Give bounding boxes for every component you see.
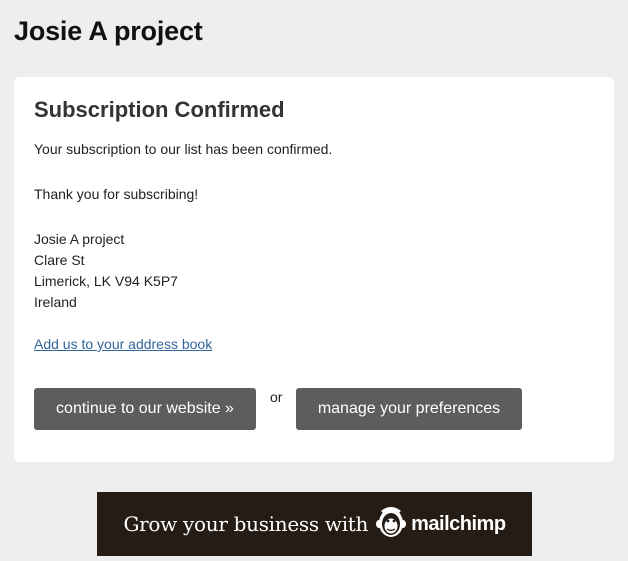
add-to-address-book-link[interactable]: Add us to your address book (34, 334, 212, 355)
confirmation-card: Subscription Confirmed Your subscription… (14, 77, 614, 462)
confirmation-heading: Subscription Confirmed (34, 97, 285, 122)
banner-brand: mailchimp (411, 512, 506, 535)
mailing-address: Josie A project Clare St Limerick, LK V9… (34, 229, 178, 313)
address-city: Limerick, LK V94 K5P7 (34, 273, 178, 289)
mailchimp-banner[interactable]: Grow your business with mailchimp (97, 492, 532, 556)
address-street: Clare St (34, 252, 85, 268)
address-country: Ireland (34, 294, 77, 310)
org-title: Josie A project (14, 16, 203, 46)
address-name: Josie A project (34, 231, 125, 247)
thank-you-message: Thank you for subscribing! (34, 186, 199, 202)
continue-to-website-button[interactable]: continue to our website » (34, 388, 256, 430)
confirmation-message: Your subscription to our list has been c… (34, 141, 333, 157)
or-separator: or (270, 389, 283, 405)
banner-tagline: Grow your business with (123, 512, 369, 536)
manage-preferences-button[interactable]: manage your preferences (296, 388, 522, 430)
mailchimp-freddie-icon (374, 504, 408, 545)
